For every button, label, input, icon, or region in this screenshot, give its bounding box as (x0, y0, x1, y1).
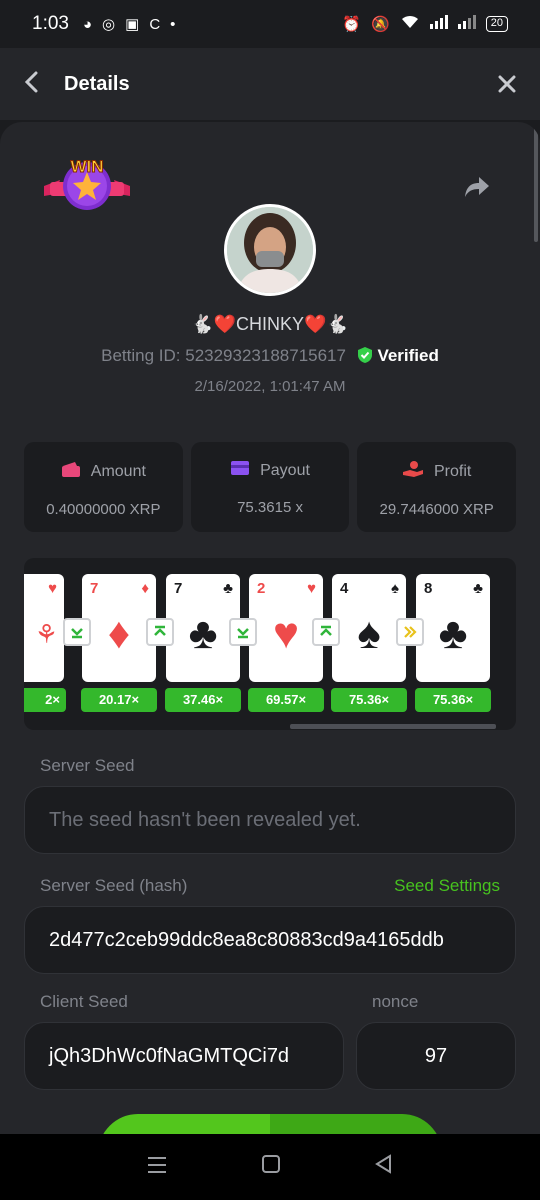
mute-icon: 🔕 (371, 16, 390, 33)
multiplier-badge: 20.17× (81, 688, 157, 712)
higher-arrow-icon (146, 618, 174, 646)
signal-icon (429, 15, 448, 33)
stat-amount-label: Amount (90, 462, 146, 480)
client-seed-field[interactable]: jQh3DhWc0fNaGMTQCi7d (24, 1022, 344, 1090)
multiplier-badge: 69.57× (248, 688, 324, 712)
discord-icon: ◕ (82, 15, 93, 33)
nonce-label: nonce (372, 992, 419, 1011)
battery-icon: 20 (485, 16, 508, 32)
card-suit-icon: ♣ (473, 580, 483, 597)
recents-menu-icon[interactable] (146, 1154, 168, 1180)
action-button[interactable] (98, 1114, 442, 1134)
bet-date: 2/16/2022, 1:01:47 AM (194, 378, 346, 395)
higher-arrow-icon (312, 618, 340, 646)
card-suit-icon: ♥ (48, 580, 57, 597)
card-rank: 7 (90, 580, 99, 597)
betting-id-label: Betting ID: (101, 346, 186, 365)
stat-payout-value: 75.3615 x (237, 499, 303, 516)
lower-arrow-icon (63, 618, 91, 646)
seed-settings-link[interactable]: Seed Settings (394, 876, 500, 896)
status-bar: 1:03 ◕ ◎ ▣ C • ⏰ 🔕 20 (0, 0, 540, 48)
username: 🐇❤️CHINKY❤️🐇 (191, 314, 349, 334)
details-header: Details (0, 48, 540, 120)
playing-card: 8 ♣ ♣ (416, 574, 490, 682)
playing-card: 7 ♦ ♦ (82, 574, 156, 682)
card-suit-big-icon: ♠ (357, 609, 381, 658)
stat-profit-label: Profit (434, 462, 472, 480)
card-rank: 2 (257, 580, 266, 597)
close-icon[interactable] (498, 69, 516, 100)
system-nav-bar (0, 1134, 540, 1200)
wifi-icon (400, 14, 420, 34)
card-suit-icon: ♠ (391, 580, 399, 597)
card-face-icon: ⚘ (34, 619, 58, 649)
status-system-icons: ⏰ 🔕 20 (342, 14, 508, 34)
app-icon: ▣ (125, 16, 140, 33)
page-title: Details (64, 72, 130, 95)
card-rank: 7 (174, 580, 183, 597)
alarm-icon: ⏰ (342, 16, 362, 33)
back-nav-icon[interactable] (374, 1154, 394, 1180)
card-suit-big-icon: ♦ (107, 609, 131, 658)
playing-card: ♥ ⚘ (24, 574, 64, 682)
avatar (224, 204, 316, 296)
server-seed-field[interactable]: The seed hasn't been revealed yet. (24, 786, 516, 854)
home-icon[interactable] (261, 1154, 281, 1180)
betting-id-value: 52329323188715617 (185, 346, 346, 365)
bet-details-panel: WIN 🐇❤️CHINKY❤️🐇 Betting ID: 52329323188… (0, 122, 540, 1134)
card-icon (230, 460, 250, 481)
card-rank: 8 (424, 580, 433, 597)
server-seed-hash-label: Server Seed (hash) (40, 876, 188, 895)
multiplier-badge: 37.46× (165, 688, 241, 712)
verified-shield-icon (357, 346, 378, 365)
skip-arrow-icon (396, 618, 424, 646)
messenger-icon: ◎ (102, 16, 116, 33)
betting-id-row: Betting ID: 52329323188715617 Verified (0, 346, 540, 366)
client-seed-label: Client Seed (40, 992, 128, 1011)
c-icon: C (149, 15, 161, 33)
stat-profit: Profit 29.7446000 XRP (357, 442, 517, 532)
server-seed-hash-field[interactable]: 2d477c2ceb99ddc8ea8c80883cd9a4165ddb (24, 906, 516, 974)
status-notification-icons: ◕ ◎ ▣ C • (82, 15, 176, 34)
stat-amount: Amount 0.40000000 XRP (24, 442, 183, 532)
dot-icon: • (170, 15, 176, 33)
cards-history[interactable]: ♥ ⚘ 7 ♦ ♦ 7 ♣ ♣ 2 ♥ ♥ 4 ♠ ♠ 8 ♣ ♣ 2× 20.… (24, 558, 516, 730)
stats-row: Amount 0.40000000 XRP Payout 75.3615 x P… (24, 442, 517, 532)
multiplier-badge: 75.36× (331, 688, 407, 712)
win-badge: WIN (42, 150, 132, 220)
stat-payout-label: Payout (260, 461, 310, 479)
stat-profit-value: 29.7446000 XRP (379, 501, 494, 518)
cards-scrollbar[interactable] (290, 724, 496, 729)
lower-arrow-icon (229, 618, 257, 646)
card-suit-big-icon: ♣ (438, 609, 468, 658)
back-icon[interactable] (24, 68, 64, 100)
hand-coin-icon (402, 460, 424, 483)
nonce-field[interactable]: 97 (356, 1022, 516, 1090)
playing-card: 4 ♠ ♠ (332, 574, 406, 682)
signal-icon-2 (457, 15, 476, 33)
card-suit-icon: ♦ (141, 580, 149, 597)
stat-amount-value: 0.40000000 XRP (46, 501, 161, 518)
multiplier-badge: 75.36× (415, 688, 491, 712)
stat-payout: Payout 75.3615 x (190, 442, 350, 532)
status-time: 1:03 (32, 13, 69, 34)
card-rank: 4 (340, 580, 349, 597)
multiplier-badge: 2× (24, 688, 66, 712)
server-seed-label: Server Seed (40, 756, 135, 775)
card-suit-icon: ♥ (307, 580, 316, 597)
share-icon[interactable] (464, 174, 490, 205)
card-suit-icon: ♣ (223, 580, 233, 597)
win-badge-text: WIN (70, 157, 103, 176)
panel-scrollbar[interactable] (534, 122, 538, 242)
verified-label: Verified (377, 346, 439, 365)
wallet-icon (61, 460, 81, 483)
